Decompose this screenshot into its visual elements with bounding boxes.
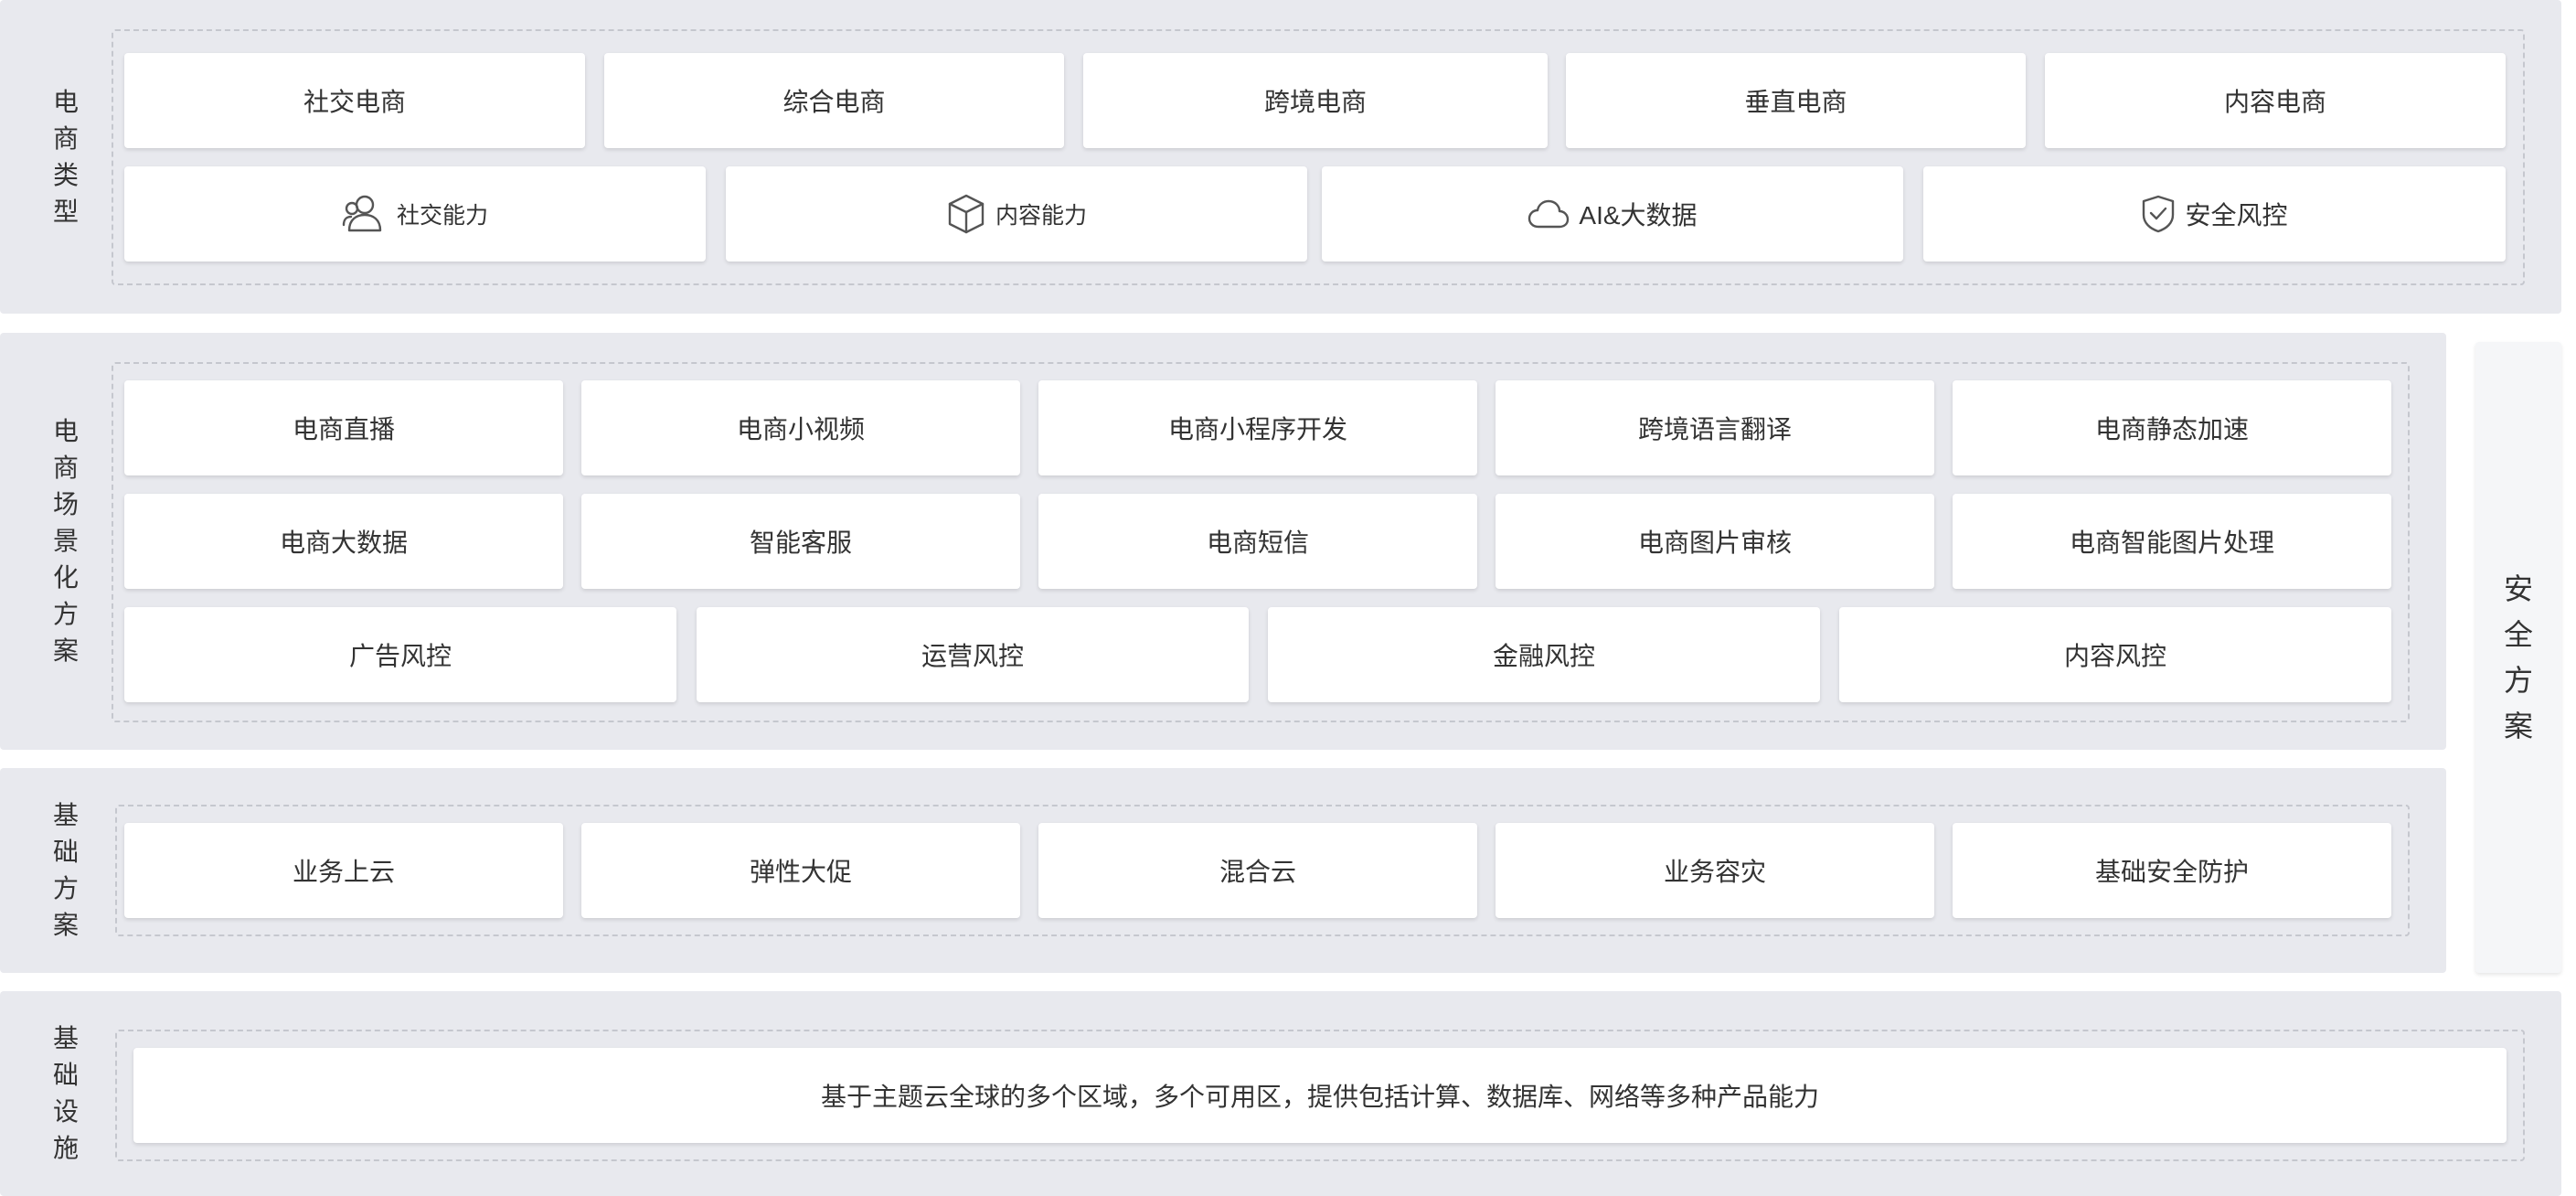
card-security-risk-control[interactable]: 安全风控 [1923, 166, 2506, 262]
section-title-basic-solutions: 基 础 方 案 [52, 801, 79, 939]
card-content-risk-control[interactable]: 内容风控 [1839, 607, 2391, 702]
card-ad-risk-control[interactable]: 广告风控 [124, 607, 676, 702]
card-hybrid-cloud[interactable]: 混合云 [1038, 823, 1477, 918]
card-social-capability[interactable]: 社交能力 [124, 166, 706, 262]
card-mini-program-dev[interactable]: 电商小程序开发 [1038, 380, 1477, 475]
card-cross-border-ecommerce[interactable]: 跨境电商 [1083, 53, 1548, 148]
card-smart-image-processing[interactable]: 电商智能图片处理 [1953, 494, 2391, 589]
card-content-capability[interactable]: 内容能力 [726, 166, 1307, 262]
card-vertical-ecommerce[interactable]: 垂直电商 [1566, 53, 2026, 148]
card-finance-risk-control[interactable]: 金融风控 [1268, 607, 1820, 702]
card-live-commerce[interactable]: 电商直播 [124, 380, 563, 475]
card-infrastructure-description: 基于主题云全球的多个区域，多个可用区，提供包括计算、数据库、网络等多种产品能力 [133, 1048, 2507, 1143]
card-static-acceleration[interactable]: 电商静态加速 [1953, 380, 2391, 475]
cube-icon [946, 193, 986, 235]
card-comprehensive-ecommerce[interactable]: 综合电商 [604, 53, 1064, 148]
shield-check-icon [2141, 195, 2176, 233]
card-social-ecommerce[interactable]: 社交电商 [124, 53, 585, 148]
card-ecommerce-bigdata[interactable]: 电商大数据 [124, 494, 563, 589]
card-basic-security-protection[interactable]: 基础安全防护 [1953, 823, 2391, 918]
section-title-ecommerce-types: 电 商 类 型 [52, 87, 79, 226]
security-solutions-panel[interactable]: 安 全 方 案 [2475, 342, 2561, 973]
card-smart-customer-service[interactable]: 智能客服 [581, 494, 1020, 589]
card-ecommerce-sms[interactable]: 电商短信 [1038, 494, 1477, 589]
card-disaster-recovery[interactable]: 业务容灾 [1496, 823, 1934, 918]
card-operations-risk-control[interactable]: 运营风控 [697, 607, 1249, 702]
card-elastic-promotion[interactable]: 弹性大促 [581, 823, 1020, 918]
section-title-infrastructure: 基 础 设 施 [52, 1024, 79, 1162]
section-title-scenario-solutions: 电 商 场 景 化 方 案 [52, 417, 79, 665]
cloud-icon [1528, 198, 1570, 230]
card-ai-bigdata[interactable]: AI&大数据 [1322, 166, 1903, 262]
card-business-cloud-migration[interactable]: 业务上云 [124, 823, 563, 918]
users-icon [342, 194, 388, 234]
card-image-review[interactable]: 电商图片审核 [1496, 494, 1934, 589]
card-cross-border-translation[interactable]: 跨境语言翻译 [1496, 380, 1934, 475]
card-content-ecommerce[interactable]: 内容电商 [2045, 53, 2506, 148]
card-short-video[interactable]: 电商小视频 [581, 380, 1020, 475]
